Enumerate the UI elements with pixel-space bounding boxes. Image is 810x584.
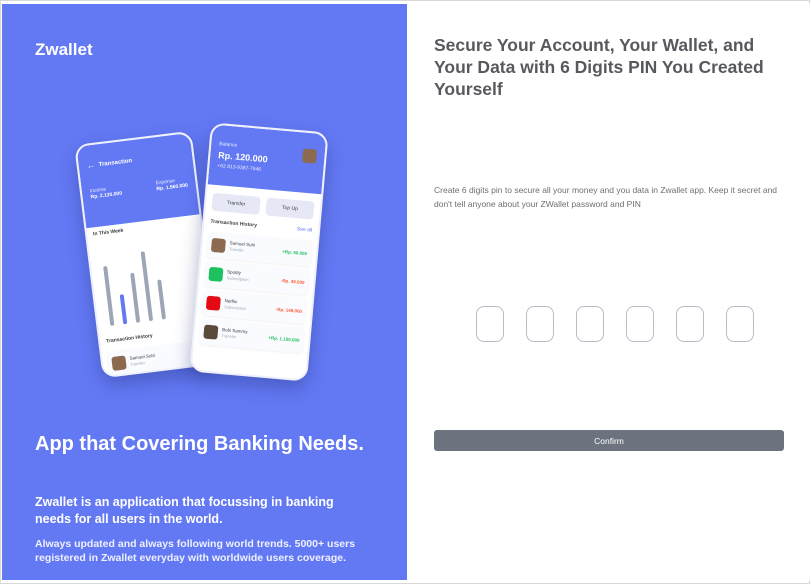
phone-illustration: ← Transaction Income Rp. 2.120.000 Expen… [74,122,332,392]
phone-front: Balance Rp. 120.000 +62 813-9387-7946 Tr… [189,122,329,382]
see-all-link[interactable]: See all [297,226,313,233]
headline: App that Covering Banking Needs. [35,433,364,455]
spotify-icon [208,266,224,282]
topup-button[interactable]: Top Up [265,197,315,220]
transaction-amount: -Rp. 149.000 [275,306,303,314]
transaction-info: Bobi Sammy Transfer [221,327,248,340]
page-frame: Zwallet ← Transaction Income Rp. 2.120.0… [0,0,810,584]
transaction-info: Netflix Subscription [223,298,247,312]
sub-description: Always updated and always following worl… [35,538,356,564]
pin-input-6[interactable] [726,306,754,342]
week-bars [89,234,212,327]
bar [130,272,141,323]
right-panel: Secure Your Account, Your Wallet, and Yo… [407,4,810,580]
back-arrow-icon: ← [86,160,96,171]
bar [103,265,115,326]
avatar-icon [111,355,127,372]
phone-back-header: ← Transaction Income Rp. 2.120.000 Expen… [76,132,200,229]
transaction-list: Samuel Suhi Transfer +Rp. 50.000 Spotify Sub… [194,231,317,354]
pin-inputs [476,306,754,342]
phone-back-title: Transaction [98,157,133,168]
pin-description: Create 6 digits pin to secure all your m… [434,185,778,209]
avatar [301,148,318,164]
confirm-button[interactable]: Confirm [434,430,784,451]
pin-input-2[interactable] [526,306,554,342]
transfer-button[interactable]: Transfer [211,192,261,215]
avatar-icon [203,324,219,340]
pin-input-5[interactable] [676,306,704,342]
bar [157,279,167,320]
avatar-icon [210,237,227,254]
transaction-amount: +Rp. 50.000 [282,248,308,256]
transaction-row[interactable]: Bobi Sammy Transfer +Rp. 1.150.000 [198,318,305,354]
transaction-amount: +Rp. 1.150.000 [268,334,300,343]
pin-input-4[interactable] [626,306,654,342]
description: Zwallet is an application that focussing… [35,495,334,526]
brand-logo[interactable]: Zwallet [35,40,93,60]
transaction-amount: -Rp. 49.000 [280,277,305,285]
transaction-info: Samuel Suhi Transfer [228,240,256,253]
netflix-icon [205,295,221,311]
left-panel: Zwallet ← Transaction Income Rp. 2.120.0… [2,4,407,580]
phone-front-header: Balance Rp. 120.000 +62 813-9387-7946 [207,124,327,195]
pin-input-3[interactable] [576,306,604,342]
pin-input-1[interactable] [476,306,504,342]
bar [140,251,154,322]
transaction-info: Spotify Subscription [226,269,249,283]
page-title: Secure Your Account, Your Wallet, and Yo… [434,35,764,99]
bar [119,294,128,325]
